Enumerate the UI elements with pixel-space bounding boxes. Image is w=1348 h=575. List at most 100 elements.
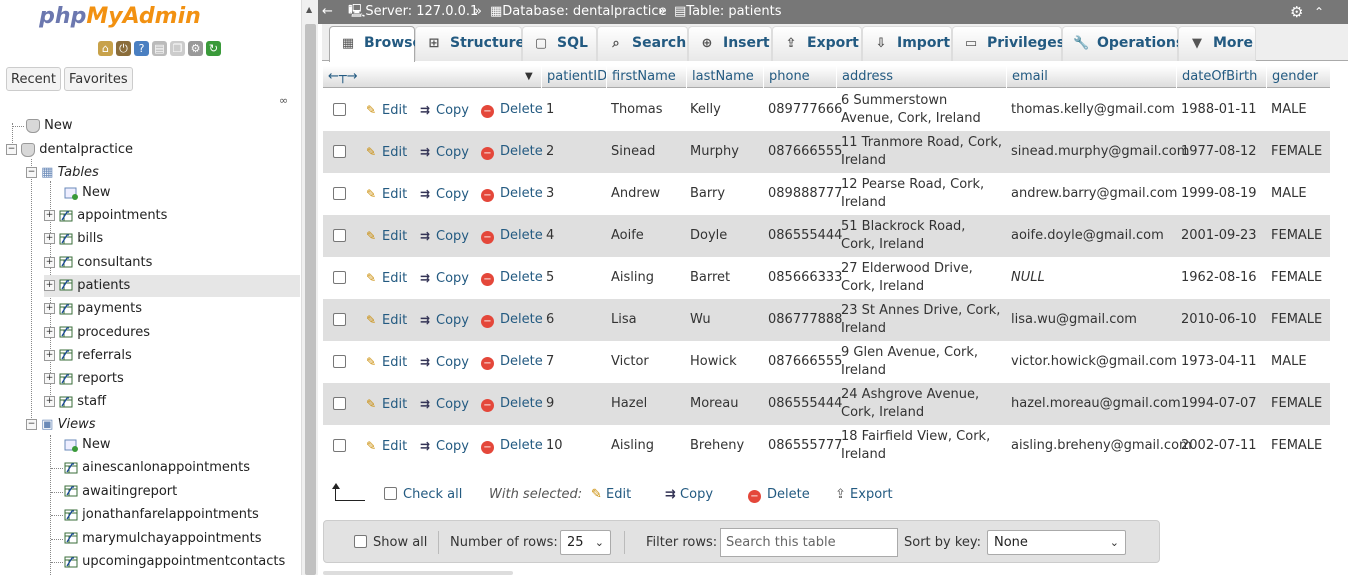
collapse-nav-icon[interactable]: ← <box>322 0 333 24</box>
tree-item-ainescanlonappointments[interactable]: ainescanlonappointments <box>51 457 250 479</box>
expand-icon[interactable]: + <box>44 396 55 408</box>
expand-icon[interactable]: + <box>44 373 55 385</box>
show-all[interactable]: Show all <box>354 521 427 564</box>
collapse-icon[interactable]: − <box>26 167 37 178</box>
tab-privileges[interactable]: ▭ Privileges <box>952 26 1065 61</box>
bulk-delete-button[interactable]: − Delete <box>748 487 810 503</box>
table-row[interactable]: ✎ Edit ⇉ Copy − Delete 2 Sinead Murphy 087666555 1… <box>323 131 1330 173</box>
tab-export[interactable]: ⇪ Export <box>772 26 862 61</box>
table-row[interactable]: ✎ Edit ⇉ Copy − Delete 5 Aisling Barret 085666333… <box>323 257 1330 299</box>
nav-scrollbar-thumb[interactable] <box>305 24 316 575</box>
collapse-icon[interactable]: − <box>26 419 37 430</box>
row-checkbox[interactable] <box>333 313 346 326</box>
tab-search[interactable]: ⌕ Search <box>597 26 688 61</box>
column-resize-arrows-icon[interactable]: ←┬→ <box>323 66 413 88</box>
column-header-lastName[interactable]: lastName <box>686 66 763 88</box>
help-icon[interactable]: ? <box>134 41 149 56</box>
expand-icon[interactable]: + <box>44 349 55 361</box>
table-row[interactable]: ✎ Edit ⇉ Copy − Delete 4 Aoife Doyle 086555444 51 … <box>323 215 1330 257</box>
row-checkbox[interactable] <box>333 103 346 116</box>
row-copy-button[interactable]: ⇉ Copy <box>417 299 469 342</box>
column-header-address[interactable]: address <box>836 66 1006 88</box>
row-checkbox[interactable] <box>333 145 346 158</box>
tab-operations[interactable]: 🔧 Operations <box>1062 26 1184 61</box>
column-header-email[interactable]: email <box>1006 66 1176 88</box>
breadcrumb-table[interactable]: ▤Table: patients <box>674 0 781 24</box>
tree-item-procedures[interactable]: + procedures <box>44 322 300 344</box>
tree-item-staff[interactable]: + staff <box>44 391 300 413</box>
row-edit-button[interactable]: ✎ Edit <box>363 215 407 258</box>
expand-icon[interactable]: + <box>44 326 55 338</box>
row-delete-button[interactable]: − Delete <box>481 299 543 341</box>
table-row[interactable]: ✎ Edit ⇉ Copy − Delete 7 Victor Howick 087666555 9… <box>323 341 1330 383</box>
nav-scrollbar[interactable]: ▲ <box>301 0 318 575</box>
column-header-firstName[interactable]: firstName <box>606 66 686 88</box>
row-delete-button[interactable]: − Delete <box>481 341 543 383</box>
recent-tab[interactable]: Recent <box>6 67 61 91</box>
row-delete-button[interactable]: − Delete <box>481 131 543 173</box>
tree-item-new-table[interactable]: New <box>64 182 111 204</box>
logo[interactable]: phpMyAdmin <box>0 4 240 29</box>
row-edit-button[interactable]: ✎ Edit <box>363 341 407 384</box>
row-delete-button[interactable]: − Delete <box>481 425 543 467</box>
row-copy-button[interactable]: ⇉ Copy <box>417 89 469 132</box>
row-checkbox[interactable] <box>333 271 346 284</box>
horizontal-scrollbar[interactable] <box>323 571 513 575</box>
breadcrumb-database[interactable]: ▦Database: dentalpractice <box>490 0 667 24</box>
options-dropdown-icon[interactable]: ▼ <box>523 66 541 88</box>
link-with-main-icon[interactable]: ∞ <box>279 95 293 106</box>
row-delete-button[interactable]: − Delete <box>481 257 543 299</box>
row-copy-button[interactable]: ⇉ Copy <box>417 257 469 300</box>
tab-sql[interactable]: ▢ SQL <box>522 26 597 61</box>
row-checkbox[interactable] <box>333 229 346 242</box>
tree-item-jonathanfarelappointments[interactable]: jonathanfarelappointments <box>51 504 259 526</box>
expand-icon[interactable]: + <box>44 279 55 291</box>
tree-item-new-database[interactable]: New <box>8 115 73 137</box>
tree-item-tables[interactable]: − ▦ Tables <box>26 162 99 184</box>
expand-icon[interactable]: + <box>44 303 55 315</box>
table-row[interactable]: ✎ Edit ⇉ Copy − Delete 3 Andrew Barry 089888777 12… <box>323 173 1330 215</box>
tree-item-referrals[interactable]: + referrals <box>44 345 300 367</box>
table-row[interactable]: ✎ Edit ⇉ Copy − Delete 10 Aisling Breheny 0865557… <box>323 425 1330 467</box>
show-all-checkbox[interactable] <box>354 535 367 548</box>
tree-item-awaitingreport[interactable]: awaitingreport <box>51 481 177 503</box>
tab-structure[interactable]: ⊞ Structure <box>415 26 525 61</box>
tab-browse[interactable]: ▦ Browse <box>329 26 422 62</box>
collapse-top-icon[interactable]: ⌃ <box>1314 0 1324 24</box>
row-copy-button[interactable]: ⇉ Copy <box>417 383 469 426</box>
settings-icon[interactable]: ⚙ <box>188 41 203 56</box>
check-all[interactable]: Check all <box>384 487 462 502</box>
logout-icon[interactable]: ⏻ <box>116 41 131 56</box>
docs-icon[interactable]: ▤ <box>152 41 167 56</box>
row-copy-button[interactable]: ⇉ Copy <box>417 341 469 384</box>
filter-rows-input[interactable]: Search this table <box>720 528 898 557</box>
table-row[interactable]: ✎ Edit ⇉ Copy − Delete 6 Lisa Wu 086777888 23 St A… <box>323 299 1330 341</box>
row-copy-button[interactable]: ⇉ Copy <box>417 425 469 468</box>
tree-item-new-view[interactable]: New <box>64 434 111 456</box>
row-checkbox[interactable] <box>333 439 346 452</box>
column-header-patientID[interactable]: patientID <box>541 66 607 88</box>
row-copy-button[interactable]: ⇉ Copy <box>417 215 469 258</box>
expand-icon[interactable]: + <box>44 233 55 245</box>
row-copy-button[interactable]: ⇉ Copy <box>417 131 469 174</box>
row-checkbox[interactable] <box>333 187 346 200</box>
column-header-gender[interactable]: gender <box>1266 66 1330 88</box>
column-header-dateOfBirth[interactable]: dateOfBirth <box>1176 66 1266 88</box>
bulk-edit-button[interactable]: ✎ Edit <box>591 487 631 502</box>
row-edit-button[interactable]: ✎ Edit <box>363 425 407 468</box>
row-edit-button[interactable]: ✎ Edit <box>363 89 407 132</box>
tab-more[interactable]: ▼ More <box>1178 26 1256 61</box>
table-row[interactable]: ✎ Edit ⇉ Copy − Delete 1 Thomas Kelly 089777666 6 … <box>323 89 1330 131</box>
expand-icon[interactable]: + <box>44 210 55 221</box>
home-icon[interactable]: ⌂ <box>98 41 113 56</box>
tree-item-views[interactable]: − ▣ Views <box>26 414 96 436</box>
tab-import[interactable]: ⇩ Import <box>862 26 952 61</box>
tab-insert[interactable]: ⊕ Insert <box>688 26 772 61</box>
sort-by-key-select[interactable]: None ⌄ <box>987 530 1126 555</box>
scroll-up-arrow[interactable]: ▲ <box>306 5 312 14</box>
breadcrumb-server[interactable]: 🖳Server: 127.0.0.1 <box>348 0 478 24</box>
row-checkbox[interactable] <box>333 355 346 368</box>
expand-icon[interactable]: + <box>44 256 55 268</box>
bulk-export-button[interactable]: ⇪ Export <box>835 487 893 502</box>
favorites-tab[interactable]: Favorites <box>63 67 133 91</box>
